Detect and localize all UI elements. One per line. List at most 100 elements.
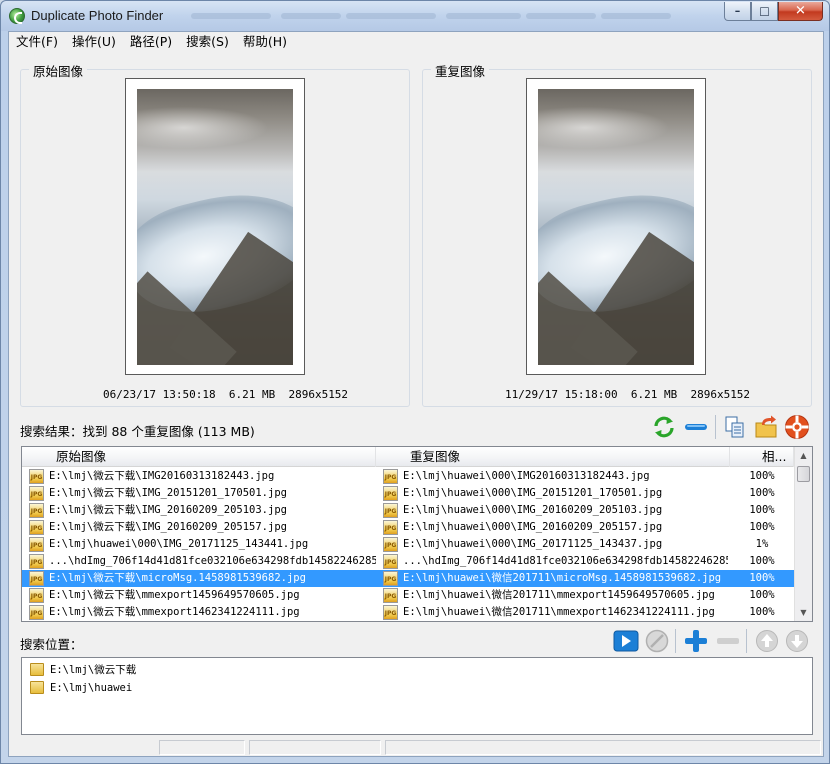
arrow-up-icon (756, 630, 778, 652)
original-image-frame[interactable] (125, 78, 305, 375)
jpg-file-icon: JPG (29, 588, 44, 603)
menu-bar: 文件(F) 操作(U) 路径(P) 搜索(S) 帮助(H) (9, 32, 823, 52)
help-lifebuoy-icon (785, 415, 809, 439)
close-button[interactable]: ✕ (778, 2, 823, 21)
location-item[interactable]: E:\lmj\微云下载 (28, 661, 136, 679)
move-up-button[interactable] (754, 628, 780, 654)
scroll-down-icon[interactable]: ▼ (795, 604, 812, 621)
location-item[interactable]: E:\lmj\huawei (28, 679, 132, 697)
status-pane (385, 740, 821, 755)
search-location-label: 搜索位置： (20, 637, 83, 652)
duplicate-size: 6.21 MB (630, 388, 678, 401)
window-controls: – □ ✕ (724, 2, 823, 21)
add-folder-button[interactable] (683, 628, 709, 654)
remove-folder-button[interactable] (715, 628, 741, 654)
original-image-title: 原始图像 (29, 61, 88, 80)
scroll-thumb[interactable] (797, 466, 810, 482)
copy-files-button[interactable] (722, 414, 748, 440)
search-location-list[interactable]: E:\lmj\微云下载 E:\lmj\huawei (21, 657, 813, 735)
duplicate-photo-preview (538, 89, 694, 365)
duplicate-date: 11/29/17 15:18:00 (505, 388, 618, 401)
blurred-title-area (446, 13, 521, 19)
jpg-file-icon: JPG (29, 537, 44, 552)
original-path-cell: E:\lmj\微云下载\mmexport1459649570605.jpg (49, 589, 300, 601)
duplicate-path-cell: E:\lmj\huawei\微信201711\microMsg.14589815… (403, 572, 722, 584)
original-path-cell: E:\lmj\微云下载\microMsg.1458981539682.jpg (49, 572, 306, 584)
window-title: Duplicate Photo Finder (31, 8, 164, 23)
table-row[interactable]: JPG E:\lmj\huawei\000\IMG_20171125_143441… (22, 536, 794, 553)
toolbar-separator (746, 629, 747, 653)
column-similarity[interactable]: 相... (730, 447, 794, 467)
duplicate-image-frame[interactable] (526, 78, 706, 375)
help-button[interactable] (784, 414, 810, 440)
minus-icon (685, 424, 707, 430)
menu-path[interactable]: 路径(P) (123, 32, 179, 52)
table-row[interactable]: JPG ...\hdImg_706f14d41d81fce032106e63429… (22, 553, 794, 570)
table-row[interactable]: JPG E:\lmj\微云下载\IMG20160313182443.jpg JPG E… (22, 468, 794, 485)
table-row[interactable]: JPG E:\lmj\微云下载\mmexport1459649570605.jpg… (22, 587, 794, 604)
table-row[interactable]: JPG E:\lmj\微云下载\IMG_20160209_205103.jpg JP… (22, 502, 794, 519)
jpg-file-icon: JPG (29, 605, 44, 620)
maximize-icon: □ (759, 4, 770, 18)
remove-button[interactable] (683, 414, 709, 440)
stop-icon (645, 629, 669, 653)
menu-search[interactable]: 搜索(S) (179, 32, 236, 52)
results-header: 原始图像 重复图像 相... (22, 447, 794, 467)
jpg-file-icon: JPG (29, 571, 44, 586)
original-photo-preview (137, 89, 293, 365)
jpg-file-icon: JPG (29, 503, 44, 518)
original-path-cell: E:\lmj\微云下载\mmexport1462341224111.jpg (49, 606, 300, 618)
column-duplicate[interactable]: 重复图像 (376, 447, 730, 467)
similarity-cell: 100% (749, 572, 775, 584)
similarity-cell: 100% (749, 606, 775, 618)
blurred-title-area (281, 13, 341, 19)
duplicate-path-cell: E:\lmj\huawei\000\IMG_20160209_205103.jp… (403, 504, 663, 516)
duplicate-image-title: 重复图像 (431, 61, 490, 80)
start-search-button[interactable] (613, 628, 639, 654)
jpg-file-icon: JPG (29, 469, 44, 484)
blurred-title-area (346, 13, 436, 19)
blurred-title-area (526, 13, 596, 19)
duplicate-path-cell: ...\hdImg_706f14d41d81fce032106e634298fd… (403, 555, 728, 567)
move-to-folder-button[interactable] (753, 414, 779, 440)
move-down-button[interactable] (784, 628, 810, 654)
jpg-file-icon: JPG (383, 588, 398, 603)
minimize-button[interactable]: – (724, 2, 751, 21)
jpg-file-icon: JPG (383, 486, 398, 501)
scroll-up-icon[interactable]: ▲ (795, 447, 812, 464)
results-list[interactable]: 原始图像 重复图像 相... JPG E:\lmj\微云下载\IMG2016031… (21, 446, 813, 622)
original-path-cell: E:\lmj\微云下载\IMG_20160209_205103.jpg (49, 504, 287, 516)
results-scrollbar[interactable]: ▲ ▼ (794, 447, 812, 621)
table-row[interactable]: JPG E:\lmj\微云下载\mmexport1462341224111.jpg… (22, 604, 794, 621)
jpg-file-icon: JPG (29, 554, 44, 569)
original-path-cell: E:\lmj\微云下载\IMG_20160209_205157.jpg (49, 521, 287, 533)
results-summary: 搜索结果：找到 88 个重复图像 (113 MB) (20, 424, 255, 439)
maximize-button[interactable]: □ (751, 2, 778, 21)
arrow-down-icon (786, 630, 808, 652)
jpg-file-icon: JPG (383, 571, 398, 586)
original-image-panel: 原始图像 06/23/17 13:50:18 6.21 MB 2896x5152 (20, 61, 410, 407)
jpg-file-icon: JPG (383, 503, 398, 518)
jpg-file-icon: JPG (383, 469, 398, 484)
original-path-cell: ...\hdImg_706f14d41d81fce032106e634298fd… (49, 555, 376, 567)
status-bar (9, 738, 823, 756)
table-row[interactable]: JPG E:\lmj\微云下载\microMsg.1458981539682.jp… (22, 570, 794, 587)
refresh-button[interactable] (651, 414, 677, 440)
table-row[interactable]: JPG E:\lmj\微云下载\IMG_20151201_170501.jpg JP… (22, 485, 794, 502)
table-row[interactable]: JPG E:\lmj\微云下载\IMG_20160209_205157.jpg JP… (22, 519, 794, 536)
jpg-file-icon: JPG (383, 605, 398, 620)
title-bar[interactable]: Duplicate Photo Finder – □ ✕ (1, 1, 829, 31)
column-original[interactable]: 原始图像 (22, 447, 376, 467)
stop-search-button[interactable] (644, 628, 670, 654)
menu-operation[interactable]: 操作(U) (65, 32, 123, 52)
copy-files-icon (725, 416, 744, 438)
folder-icon (30, 681, 44, 694)
play-icon (613, 630, 639, 652)
menu-help[interactable]: 帮助(H) (236, 32, 294, 52)
jpg-file-icon: JPG (383, 520, 398, 535)
similarity-cell: 100% (749, 487, 775, 499)
client-area: 文件(F) 操作(U) 路径(P) 搜索(S) 帮助(H) 原始图像 06/23… (8, 31, 824, 757)
menu-file[interactable]: 文件(F) (9, 32, 65, 52)
move-folder-icon (755, 415, 777, 438)
folder-icon (30, 663, 44, 676)
